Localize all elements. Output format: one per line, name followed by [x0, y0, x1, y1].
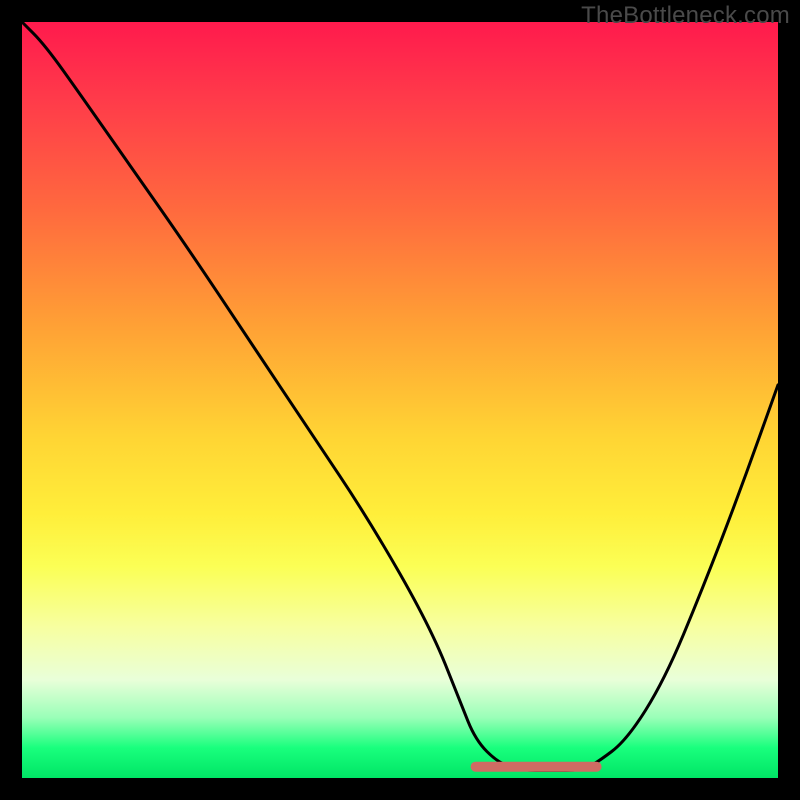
bottleneck-curve [22, 22, 778, 778]
watermark-text: TheBottleneck.com [581, 2, 790, 30]
curve-path [22, 22, 778, 770]
plot-area [22, 22, 778, 778]
chart-frame: TheBottleneck.com [0, 0, 800, 800]
